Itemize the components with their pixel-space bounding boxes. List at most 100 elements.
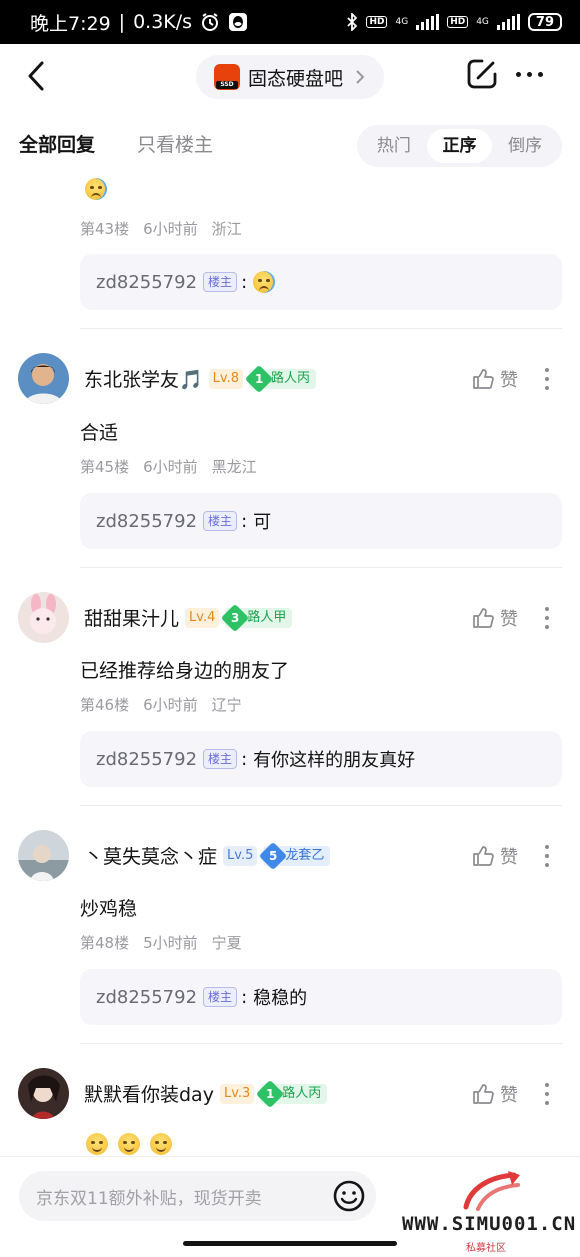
post-floor: 第43楼 [80,220,130,238]
username[interactable]: 东北张学友🎵 [84,365,203,392]
grin-emoji-icon [86,1133,108,1155]
sub-reply[interactable]: zd8255792 楼主 : [80,254,562,310]
post-more-button[interactable] [545,607,549,629]
qq-icon [228,12,248,32]
title-text: 路人甲 [247,609,287,625]
title-text: 路人丙 [271,370,311,386]
post-location: 宁夏 [211,934,242,952]
title-badge: 1 路人丙 [256,1079,328,1108]
sub-reply[interactable]: zd8255792 楼主 : 稳稳的 [80,969,562,1025]
thumbs-up-icon [473,608,494,628]
post-location: 黑龙江 [211,458,257,476]
home-indicator[interactable] [183,1241,397,1246]
post-floor: 第45楼 [80,458,130,476]
reply-feed: 第43楼 6小时前 浙江 zd8255792 楼主 : 东北张学友🎵 Lv.8 … [0,174,580,1156]
edit-button[interactable] [466,58,498,90]
like-label: 赞 [500,370,518,391]
signal-icon-2 [496,14,520,30]
forum-name: 固态硬盘吧 [248,67,344,90]
gem-icon: 1 [256,1079,285,1108]
hd-icon: HD [366,16,388,28]
post-time: 6小时前 [143,458,198,476]
sub-reply-text: 稳稳的 [253,988,308,1009]
post-floor: 第48楼 [80,934,130,952]
battery-icon: 79 [527,13,562,31]
post-more-button[interactable] [545,1083,549,1105]
username[interactable]: 甜甜果汁儿 [84,604,179,631]
thumbs-up-icon [473,1084,494,1104]
op-badge: 楼主 [203,987,238,1007]
smile-icon [333,1180,365,1212]
more-vertical-icon [545,1083,549,1087]
sub-reply-text: 有你这样的朋友真好 [253,750,416,771]
network-type-left: 4G [395,17,409,27]
level-badge: Lv.4 [185,607,220,628]
username[interactable]: 默默看你装day [84,1080,214,1107]
sub-reply-user[interactable]: zd8255792 [96,511,197,532]
like-button[interactable]: 赞 [472,843,518,869]
bluetooth-icon [346,13,358,31]
hd-icon-2: HD [447,16,469,28]
user-info: 丶莫失莫念丶症 Lv.5 5 龙套乙 [84,841,331,870]
more-button[interactable] [516,72,543,77]
sort-toggle: 热门 正序 倒序 [357,125,562,167]
watermark-logo-icon [463,1171,520,1211]
username[interactable]: 丶莫失莫念丶症 [84,842,217,869]
reply-tabs: 全部回复 只看楼主 热门 正序 倒序 [0,108,580,174]
user-info: 东北张学友🎵 Lv.8 1 路人丙 [84,364,317,393]
tab-op-only[interactable]: 只看楼主 [137,130,213,157]
forum-link[interactable]: 固态硬盘吧 [196,55,384,99]
like-button[interactable]: 赞 [472,605,518,631]
gem-icon: 5 [259,841,288,870]
level-badge: Lv.8 [208,368,244,389]
forum-logo [214,64,240,90]
like-button[interactable]: 赞 [472,1081,518,1107]
title-badge: 5 龙套乙 [259,841,331,870]
status-bar: 晚上7:29 | 0.3K/s HD 4G HD 4G 79 [0,0,580,44]
post-meta: 第46楼 6小时前 辽宁 [80,694,242,715]
sort-descending[interactable]: 倒序 [492,129,558,163]
signal-icon [416,14,440,30]
avatar[interactable] [18,353,69,404]
divider [80,328,562,329]
post-location: 浙江 [211,220,242,238]
op-badge: 楼主 [203,272,238,292]
sub-reply-user[interactable]: zd8255792 [96,749,197,770]
op-badge: 楼主 [203,511,238,531]
comment-input[interactable]: 京东双11额外补贴，现货开卖 [19,1171,376,1221]
divider [80,1043,562,1044]
chevron-left-icon [28,61,44,91]
sort-hot[interactable]: 热门 [361,129,427,163]
level-badge: Lv.3 [219,1083,255,1104]
thumbs-up-icon [473,846,494,866]
post-more-button[interactable] [545,845,549,867]
avatar[interactable] [18,592,69,643]
sweat-emoji-icon [253,271,276,293]
grin-emoji-icon [118,1133,140,1155]
level-badge: Lv.5 [223,845,258,866]
op-badge: 楼主 [203,749,238,769]
avatar[interactable] [18,830,69,881]
post-content: 已经推荐给身边的朋友了 [80,660,290,682]
post-time: 5小时前 [143,934,198,952]
edit-icon [467,59,497,89]
sub-reply-user[interactable]: zd8255792 [96,272,197,293]
sort-ascending[interactable]: 正序 [426,129,493,163]
post-meta: 第43楼 6小时前 浙江 [80,218,242,239]
watermark-subtext: 私募社区 [466,1243,506,1254]
like-button[interactable]: 赞 [472,366,518,392]
battery-level: 79 [535,14,554,30]
grin-emoji-icon [150,1133,172,1155]
sub-reply[interactable]: zd8255792 楼主 : 可 [80,493,562,549]
sub-reply[interactable]: zd8255792 楼主 : 有你这样的朋友真好 [80,731,562,787]
sub-reply-text: 可 [253,512,272,533]
post-more-button[interactable] [545,368,549,390]
back-button[interactable] [24,58,48,94]
tab-all-replies[interactable]: 全部回复 [19,130,95,157]
avatar[interactable] [18,1068,69,1119]
post-time: 6小时前 [143,696,198,714]
sub-reply-user[interactable]: zd8255792 [96,987,197,1008]
like-label: 赞 [500,609,518,630]
emoji-button[interactable] [332,1179,366,1213]
status-time: 晚上7:29 [30,12,111,35]
